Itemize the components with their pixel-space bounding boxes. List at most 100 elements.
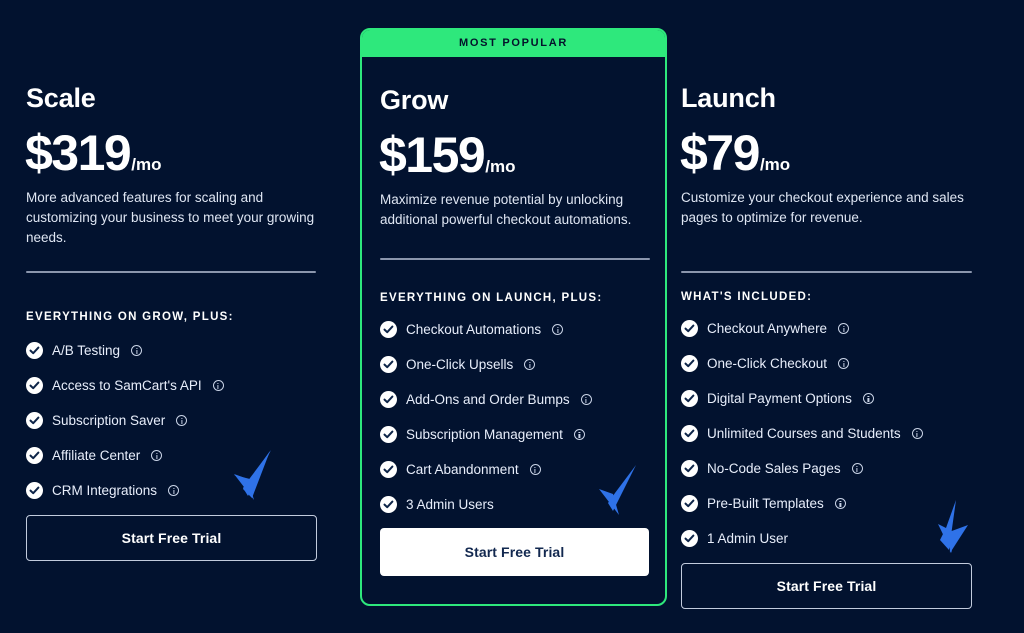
feature-label: Checkout Automations — [406, 322, 542, 337]
feature-label: Subscription Saver — [52, 413, 166, 428]
feature-item: Affiliate Center — [26, 438, 224, 473]
info-icon[interactable] — [862, 393, 874, 404]
feature-item: Cart Abandonment — [380, 452, 592, 487]
plan-price-scale: $319 /mo — [25, 128, 161, 178]
plan-description-scale: More advanced features for scaling and c… — [26, 190, 315, 245]
feature-item: Access to SamCart's API — [26, 368, 224, 403]
check-circle-icon — [681, 425, 698, 442]
feature-item: CRM Integrations — [26, 473, 224, 508]
feature-label: Digital Payment Options — [707, 391, 852, 406]
check-circle-icon — [26, 447, 43, 464]
feature-label: Pre-Built Templates — [707, 496, 824, 511]
info-icon[interactable] — [851, 463, 863, 474]
plan-price-amount-scale: $319 — [25, 125, 132, 181]
check-circle-icon — [26, 377, 43, 394]
plan-price-period-grow: /mo — [485, 157, 516, 176]
feature-label: Affiliate Center — [52, 448, 141, 463]
plan-name-grow: Grow — [380, 85, 449, 115]
feature-label: One-Click Checkout — [707, 356, 828, 371]
feature-label: One-Click Upsells — [406, 357, 514, 372]
check-circle-icon — [380, 356, 397, 373]
feature-item: One-Click Checkout — [681, 346, 923, 381]
feature-label: Checkout Anywhere — [707, 321, 828, 336]
feature-item: A/B Testing — [26, 333, 224, 368]
plan-price-period-scale: /mo — [131, 155, 162, 174]
feature-item: Subscription Saver — [26, 403, 224, 438]
plan-name-scale: Scale — [26, 83, 96, 113]
feature-label: No-Code Sales Pages — [707, 461, 841, 476]
plan-price-amount-launch: $79 — [680, 125, 760, 181]
plan-card-scale: Scale $319 /mo More advanced features fo… — [0, 0, 360, 633]
check-circle-icon — [380, 496, 397, 513]
check-circle-icon — [681, 320, 698, 337]
info-icon[interactable] — [573, 429, 585, 440]
feature-item: Subscription Management — [380, 417, 592, 452]
check-circle-icon — [681, 495, 698, 512]
feature-label: A/B Testing — [52, 343, 121, 358]
plan-column-launch: Launch $79 /mo Customize your checkout e… — [665, 0, 1024, 633]
info-icon[interactable] — [838, 323, 850, 334]
check-circle-icon — [380, 391, 397, 408]
info-icon[interactable] — [838, 358, 850, 369]
feature-label: Add-Ons and Order Bumps — [406, 392, 570, 407]
plan-price-amount-grow: $159 — [379, 127, 486, 183]
info-icon[interactable] — [151, 450, 163, 461]
plan-description-launch: Customize your checkout experience and s… — [681, 190, 964, 225]
feature-item: 1 Admin User — [681, 521, 923, 556]
check-circle-icon — [380, 461, 397, 478]
check-circle-icon — [26, 412, 43, 429]
feature-item: Digital Payment Options — [681, 381, 923, 416]
info-icon[interactable] — [529, 464, 541, 475]
plan-column-scale: Scale $319 /mo More advanced features fo… — [0, 0, 360, 633]
plan-card-launch: Launch $79 /mo Customize your checkout e… — [665, 0, 1024, 633]
info-icon[interactable] — [524, 359, 536, 370]
pricing-page: Scale $319 /mo More advanced features fo… — [0, 0, 1024, 633]
feature-label: Cart Abandonment — [406, 462, 519, 477]
plan-features-heading-launch: WHAT'S INCLUDED: — [681, 291, 813, 303]
plan-price-grow: $159 /mo — [379, 130, 515, 180]
feature-item: Checkout Automations — [380, 312, 592, 347]
info-icon[interactable] — [176, 415, 188, 426]
check-circle-icon — [380, 426, 397, 443]
plan-features-heading-scale: EVERYTHING ON GROW, PLUS: — [26, 311, 234, 323]
info-icon[interactable] — [834, 498, 846, 509]
feature-list-grow: Checkout Automations One-Click Upsells A… — [380, 312, 592, 522]
feature-label: Access to SamCart's API — [52, 378, 202, 393]
feature-list-scale: A/B Testing Access to SamCart's API Subs… — [26, 333, 224, 508]
feature-label: 3 Admin Users — [406, 497, 494, 512]
feature-label: 1 Admin User — [707, 531, 789, 546]
most-popular-badge: MOST POPULAR — [362, 30, 665, 57]
plan-description-grow: Maximize revenue potential by unlocking … — [380, 192, 632, 227]
feature-label: CRM Integrations — [52, 483, 158, 498]
launch-start-free-trial-button[interactable]: Start Free Trial — [681, 563, 972, 609]
check-circle-icon — [681, 530, 698, 547]
plan-card-grow: MOST POPULAR Grow $159 /mo Maximize reve… — [360, 28, 667, 606]
feature-item: Pre-Built Templates — [681, 486, 923, 521]
info-icon[interactable] — [552, 324, 564, 335]
feature-item: Checkout Anywhere — [681, 311, 923, 346]
info-icon[interactable] — [131, 345, 143, 356]
feature-label: Subscription Management — [406, 427, 563, 442]
plan-price-launch: $79 /mo — [680, 128, 790, 178]
pricing-plan-list: Scale $319 /mo More advanced features fo… — [0, 0, 1024, 633]
info-icon[interactable] — [580, 394, 592, 405]
check-circle-icon — [681, 460, 698, 477]
feature-item: Add-Ons and Order Bumps — [380, 382, 592, 417]
info-icon[interactable] — [911, 428, 923, 439]
check-circle-icon — [26, 342, 43, 359]
feature-item: 3 Admin Users — [380, 487, 592, 522]
scale-start-free-trial-button[interactable]: Start Free Trial — [26, 515, 317, 561]
feature-label: Unlimited Courses and Students — [707, 426, 901, 441]
plan-divider-scale — [26, 271, 316, 273]
info-icon[interactable] — [168, 485, 180, 496]
plan-features-heading-grow: EVERYTHING ON LAUNCH, PLUS: — [380, 292, 603, 304]
plan-column-grow: MOST POPULAR Grow $159 /mo Maximize reve… — [360, 0, 667, 633]
check-circle-icon — [681, 390, 698, 407]
plan-divider-launch — [681, 271, 972, 273]
info-icon[interactable] — [212, 380, 224, 391]
feature-item: Unlimited Courses and Students — [681, 416, 923, 451]
feature-list-launch: Checkout Anywhere One-Click Checkout Dig… — [681, 311, 923, 556]
grow-start-free-trial-button[interactable]: Start Free Trial — [380, 528, 649, 576]
feature-item: One-Click Upsells — [380, 347, 592, 382]
plan-divider-grow — [380, 258, 650, 260]
